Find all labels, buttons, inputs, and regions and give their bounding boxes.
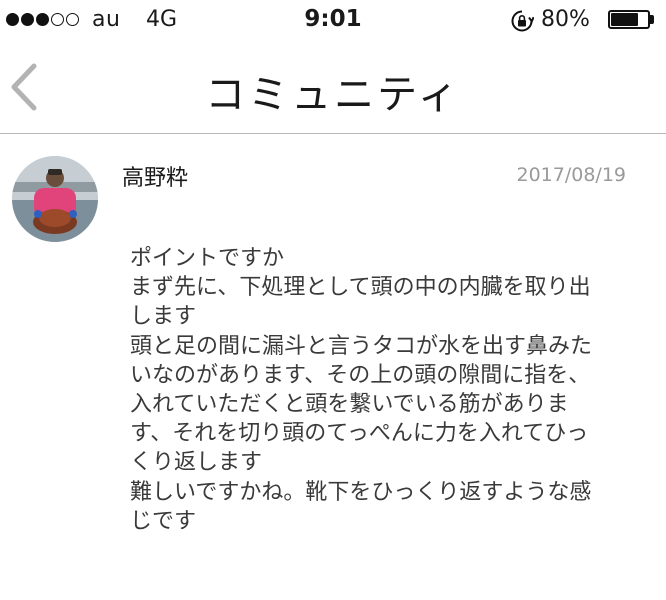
rotation-lock-icon xyxy=(511,10,534,32)
post-body-line: いなのがあります、その上の頭の隙間に指を、 xyxy=(130,362,591,388)
post-body-line: します xyxy=(130,304,197,330)
user-photo-image xyxy=(12,156,98,242)
post-body-line: 入れていただくと頭を繋いでいる筋がありま xyxy=(130,392,569,418)
author-name[interactable]: 高野粋 xyxy=(122,160,188,192)
page-title: コミュニティ xyxy=(205,72,461,118)
post-body-line: す、それを切り頭のてっぺんに力を入れてひっ xyxy=(130,421,589,447)
post-body-line: 頭と足の間に漏斗と言うタコが水を出す鼻みた xyxy=(130,333,593,359)
status-bar: au 4G 9:01 80% xyxy=(0,0,666,40)
post-body-line: じです xyxy=(130,508,197,534)
battery-level-fill xyxy=(611,13,639,26)
navigation-bar: コミュニティ xyxy=(0,40,666,134)
avatar[interactable] xyxy=(12,156,98,242)
post-body-line: まず先に、下処理として頭の中の内臓を取り出 xyxy=(130,275,591,301)
battery-percentage: 80% xyxy=(541,7,590,32)
post-date: 2017/08/19 xyxy=(516,164,626,186)
post-body-line: 難しいですかね。靴下をひっくり返すような感 xyxy=(130,479,592,505)
battery-icon xyxy=(608,10,650,29)
post-body: ポイントですかまず先に、下処理として頭の中の内臓を取り出 します頭と足の間に漏斗と… xyxy=(130,244,640,536)
battery-tip xyxy=(650,15,654,24)
post-body-line: くり返します xyxy=(130,450,263,476)
post-body-line: ポイントですか xyxy=(130,246,285,271)
